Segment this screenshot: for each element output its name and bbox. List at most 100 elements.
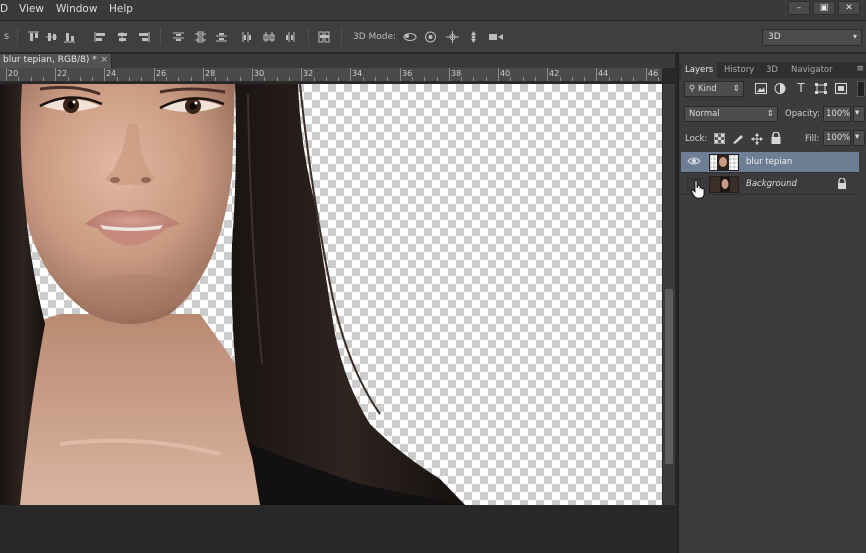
ruler-number: 32 (303, 69, 314, 78)
ruler-minor-tick (486, 77, 487, 81)
ruler-minor-tick (6, 77, 7, 81)
align-left-icon[interactable] (94, 31, 107, 43)
drag-3d-icon[interactable] (446, 31, 459, 43)
auto-align-icon[interactable] (318, 31, 331, 43)
chevron-down-icon: ▾ (855, 108, 860, 118)
scrollbar-thumb[interactable] (665, 289, 673, 464)
lock-transparent-pixels-icon[interactable] (713, 132, 725, 148)
fill-field[interactable]: 100% (823, 130, 851, 146)
ruler-number: 30 (254, 69, 265, 78)
workspace-3d-value: 3D (768, 32, 781, 42)
opacity-label: Opacity: (785, 109, 820, 119)
chevron-down-icon: ⇕ (732, 84, 740, 94)
filter-kind-dropdown[interactable]: ⚲ Kind ⇕ (684, 81, 744, 97)
ruler-minor-tick (437, 77, 438, 81)
ruler-minor-tick (375, 77, 376, 81)
ruler-minor-tick (80, 77, 81, 81)
ruler-minor-tick (400, 77, 401, 81)
distribute-vcenter-icon[interactable] (194, 31, 207, 43)
mode-3d-label: 3D Mode: (353, 32, 397, 42)
menu-view[interactable]: View (19, 3, 44, 15)
blend-mode-dropdown[interactable]: Normal ⇕ (684, 106, 778, 122)
filter-toggle-button[interactable] (857, 81, 865, 97)
ruler-number: 28 (205, 69, 216, 78)
ruler-minor-tick (547, 77, 548, 81)
menu-window[interactable]: Window (56, 3, 97, 15)
vertical-scrollbar[interactable] (662, 84, 675, 505)
lock-position-icon[interactable] (751, 133, 763, 149)
chevron-down-icon: ⇕ (766, 109, 774, 119)
panel-menu-icon[interactable]: ≡ (856, 64, 864, 74)
fill-label: Fill: (805, 134, 820, 144)
image-canvas[interactable] (0, 84, 662, 505)
slide-3d-icon[interactable] (467, 31, 480, 43)
layers-panel: Layers History 3D Navigator ≡ ⚲ Kind ⇕ T… (677, 54, 866, 553)
ruler-minor-tick (55, 77, 56, 81)
distribute-top-icon[interactable] (172, 31, 185, 43)
distribute-right-icon[interactable] (284, 31, 297, 43)
ruler-minor-tick (424, 77, 425, 81)
adjustment-filter-icon[interactable] (774, 83, 786, 98)
opacity-field[interactable]: 100% (823, 106, 851, 122)
restore-button[interactable]: ▣ (813, 1, 835, 15)
align-bottom-icon[interactable] (63, 31, 76, 43)
blend-mode-value: Normal (689, 109, 720, 119)
tab-3d[interactable]: 3D (766, 65, 778, 75)
type-filter-icon[interactable]: T (795, 82, 807, 94)
ruler-minor-tick (535, 77, 536, 81)
separator (160, 28, 161, 46)
ruler-minor-tick (166, 77, 167, 81)
shape-filter-icon[interactable] (815, 83, 827, 98)
tab-navigator[interactable]: Navigator (791, 65, 833, 75)
ruler-number: 24 (106, 69, 117, 78)
ruler-minor-tick (326, 77, 327, 81)
ruler-minor-tick (191, 77, 192, 81)
fill-slider-button[interactable]: ▾ (853, 130, 865, 146)
ruler-minor-tick (498, 77, 499, 81)
window-controls: – ▣ ✕ (785, 1, 860, 15)
align-right-icon[interactable] (137, 31, 150, 43)
horizontal-ruler[interactable]: 20 22 24 26 28 30 32 34 36 38 40 42 44 46 (0, 68, 662, 82)
scale-3d-icon[interactable] (488, 31, 503, 43)
lock-image-pixels-icon[interactable] (732, 133, 744, 148)
roll-3d-icon[interactable] (424, 31, 437, 43)
tab-history[interactable]: History (724, 65, 754, 75)
document-tab[interactable]: blur tepian, RGB/8) * × (0, 54, 112, 68)
ruler-number: 20 (8, 69, 19, 78)
separator (17, 28, 18, 46)
close-tab-icon[interactable]: × (100, 55, 108, 65)
portrait-image (0, 84, 465, 505)
opacity-slider-button[interactable]: ▾ (853, 106, 865, 122)
smart-object-filter-icon[interactable] (835, 83, 847, 98)
workspace-3d-dropdown[interactable]: 3D ▾ (762, 29, 862, 46)
ruler-minor-tick (338, 77, 339, 81)
ruler-minor-tick (104, 77, 105, 81)
ruler-number: 34 (352, 69, 363, 78)
layer-row-background[interactable]: Background (681, 174, 859, 195)
distribute-left-icon[interactable] (241, 31, 254, 43)
layer-name[interactable]: blur tepian (746, 157, 792, 167)
search-icon: ⚲ (689, 84, 696, 94)
distribute-hcenter-icon[interactable] (263, 31, 276, 43)
rotate-3d-icon[interactable] (402, 31, 417, 43)
layer-row-blur-tepian[interactable]: blur tepian (681, 152, 859, 173)
separator (341, 28, 342, 46)
eye-icon[interactable] (687, 156, 701, 168)
layer-name[interactable]: Background (746, 179, 797, 189)
menu-help[interactable]: Help (109, 3, 133, 15)
close-button[interactable]: ✕ (838, 1, 860, 15)
ruler-minor-tick (178, 77, 179, 81)
menu-file-partial[interactable]: D (0, 3, 8, 15)
ruler-minor-tick (658, 77, 659, 81)
align-hcenter-icon[interactable] (116, 31, 129, 43)
image-filter-icon[interactable] (755, 83, 767, 98)
lock-all-icon[interactable] (770, 131, 782, 148)
align-vcenter-icon[interactable] (45, 31, 58, 43)
align-top-icon[interactable] (27, 31, 40, 43)
ruler-number: 38 (451, 69, 462, 78)
ruler-number: 44 (598, 69, 609, 78)
tab-layers[interactable]: Layers (685, 65, 713, 75)
chevron-down-icon: ▾ (852, 32, 857, 41)
minimize-button[interactable]: – (788, 1, 810, 15)
distribute-bottom-icon[interactable] (215, 31, 228, 43)
